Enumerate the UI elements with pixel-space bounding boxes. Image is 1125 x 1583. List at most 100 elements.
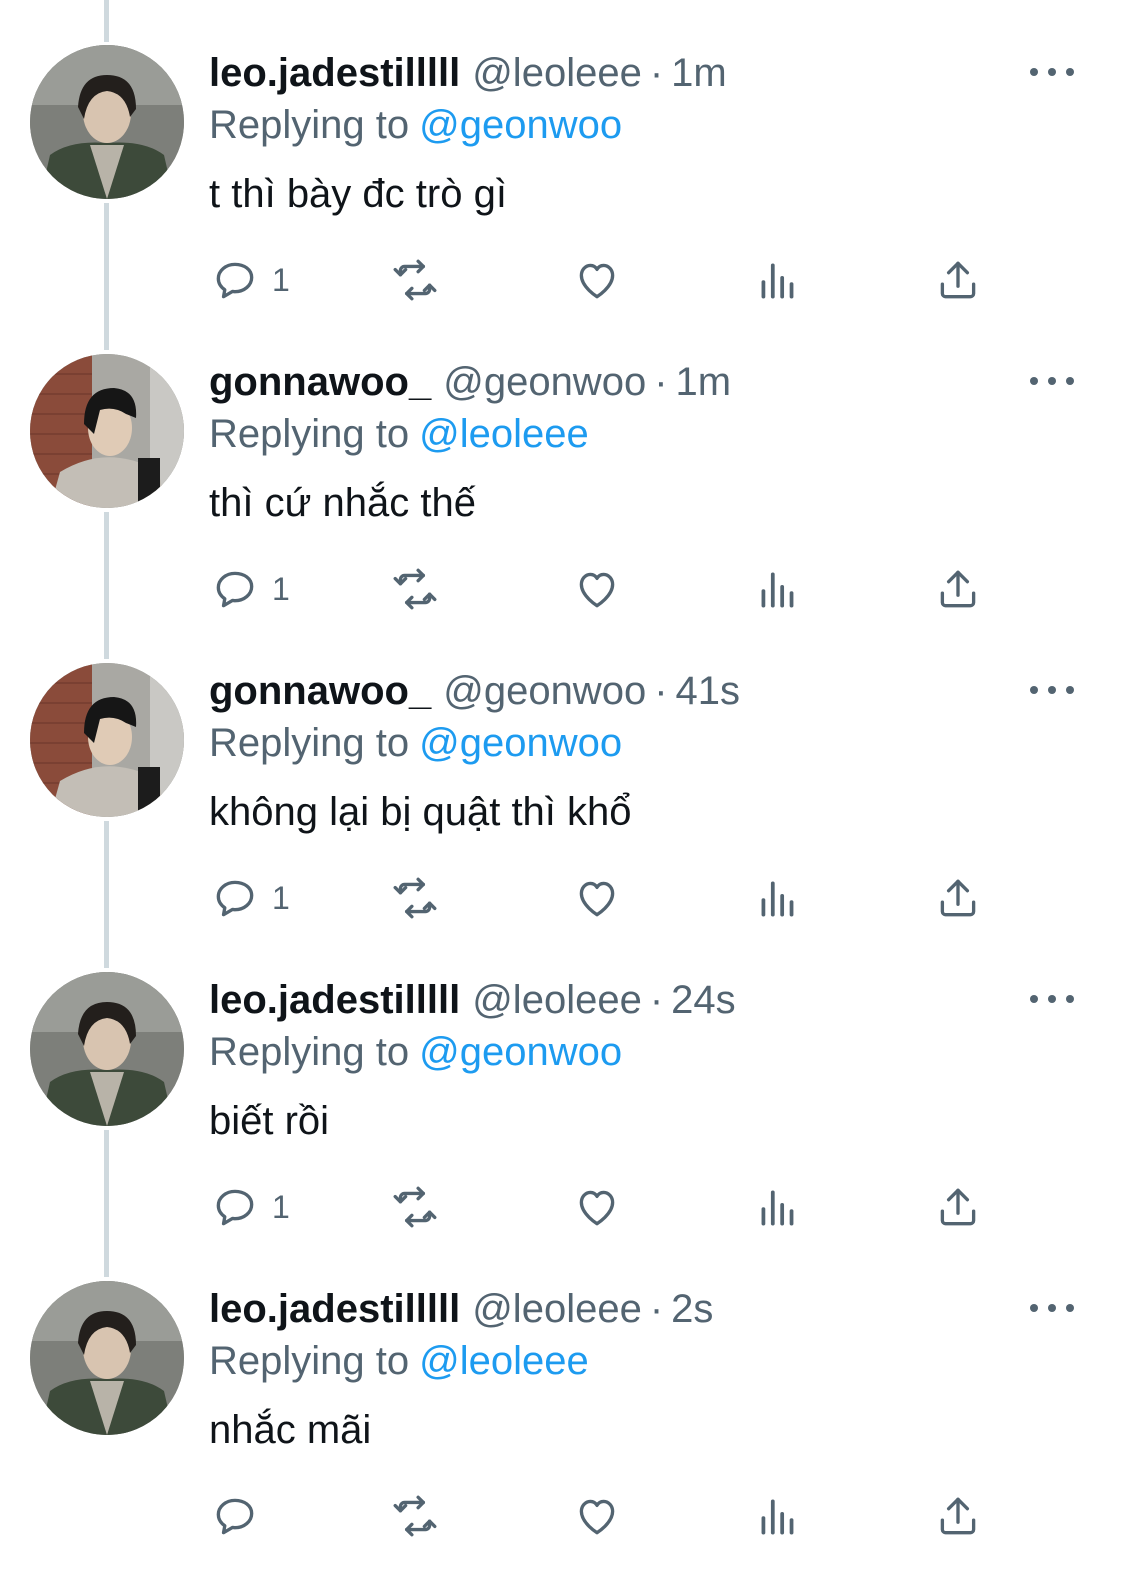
replying-to: Replying to @leoleee [209,1338,589,1384]
tweet[interactable]: leo.jadestilllll @leoleee · 1m Replying to @… [0,0,1125,309]
tweet-text: t thì bày đc trò gì [209,172,507,216]
reply-button[interactable]: 1 [210,870,290,926]
handle[interactable]: @leoleee [472,978,642,1022]
display-name[interactable]: leo.jadestilllll [209,1287,460,1331]
views-button[interactable] [753,870,803,926]
timestamp[interactable]: 1m [676,360,732,404]
like-button[interactable] [572,561,622,617]
more-icon[interactable] [1030,676,1074,704]
retweet-button[interactable] [390,1488,440,1544]
more-icon[interactable] [1030,1294,1074,1322]
share-icon [940,879,976,917]
tweet[interactable]: leo.jadestilllll @leoleee · 24s Replying to… [0,927,1125,1236]
replying-to-link[interactable]: @leoleee [419,1339,589,1383]
timestamp[interactable]: 41s [676,669,741,713]
tweet-text: không lại bị quật thì khổ [209,790,632,834]
avatar-gonnawoo [30,663,184,817]
avatar[interactable] [30,1281,184,1435]
share-icon [940,570,976,608]
reply-icon [216,571,254,608]
replying-to-link[interactable]: @geonwoo [419,103,622,147]
retweet-icon [393,877,437,919]
replying-to-label: Replying to [209,1030,410,1074]
timestamp[interactable]: 24s [671,978,736,1022]
replying-to: Replying to @geonwoo [209,720,622,766]
share-button[interactable] [933,1488,983,1544]
replying-to-link[interactable]: @geonwoo [419,721,622,765]
share-button[interactable] [933,870,983,926]
like-button[interactable] [572,1179,622,1235]
views-button[interactable] [753,561,803,617]
reply-button[interactable]: 1 [210,561,290,617]
tweet-header: gonnawoo_ @geonwoo · 1m [209,359,731,405]
reply-icon [216,1189,254,1226]
retweet-button[interactable] [390,561,440,617]
timestamp[interactable]: 2s [671,1287,713,1331]
share-icon [940,1497,976,1535]
more-icon[interactable] [1030,985,1074,1013]
replying-to-label: Replying to [209,1339,410,1383]
replying-to-link[interactable]: @geonwoo [419,1030,622,1074]
tweet[interactable]: gonnawoo_ @geonwoo · 41s Replying to @geonwo… [0,618,1125,927]
heart-icon [579,572,615,608]
reply-count: 1 [272,1188,290,1225]
share-icon [940,261,976,299]
retweet-button[interactable] [390,1179,440,1235]
handle[interactable]: @leoleee [472,51,642,95]
tweet-header: leo.jadestilllll @leoleee · 1m [209,50,727,96]
views-icon [761,881,794,917]
share-button[interactable] [933,561,983,617]
reply-button[interactable]: 1 [210,252,290,308]
more-icon[interactable] [1030,367,1074,395]
action-bar: 1 [0,252,1125,308]
heart-icon [579,881,615,917]
reply-button[interactable] [210,1488,272,1544]
tweet-header: leo.jadestilllll @leoleee · 2s [209,1286,713,1332]
heart-icon [579,1190,615,1226]
views-button[interactable] [753,1488,803,1544]
display-name[interactable]: leo.jadestilllll [209,978,460,1022]
share-icon [940,1188,976,1226]
reply-count: 1 [272,570,290,607]
display-name[interactable]: gonnawoo_ [209,669,431,713]
separator-dot: · [654,669,668,713]
views-icon [761,263,794,299]
retweet-button[interactable] [390,870,440,926]
handle[interactable]: @geonwoo [443,669,646,713]
avatar[interactable] [30,354,184,508]
avatar-leo [30,45,184,199]
views-icon [761,572,794,608]
share-button[interactable] [933,252,983,308]
retweet-icon [393,1186,437,1228]
display-name[interactable]: leo.jadestilllll [209,51,460,95]
avatar[interactable] [30,663,184,817]
retweet-button[interactable] [390,252,440,308]
action-bar: 1 [0,561,1125,617]
retweet-icon [393,259,437,301]
handle[interactable]: @geonwoo [443,360,646,404]
views-button[interactable] [753,1179,803,1235]
views-button[interactable] [753,252,803,308]
heart-icon [579,263,615,299]
tweet[interactable]: gonnawoo_ @geonwoo · 1m Replying to @leoleee… [0,309,1125,618]
avatar-leo [30,1281,184,1435]
display-name[interactable]: gonnawoo_ [209,360,431,404]
replying-to-link[interactable]: @leoleee [419,412,589,456]
share-button[interactable] [933,1179,983,1235]
tweet-header: leo.jadestilllll @leoleee · 24s [209,977,736,1023]
reply-icon [216,880,254,917]
avatar[interactable] [30,45,184,199]
like-button[interactable] [572,252,622,308]
reply-button[interactable]: 1 [210,1179,290,1235]
timestamp[interactable]: 1m [671,51,727,95]
reply-count: 1 [272,879,290,916]
action-bar [0,1488,1125,1544]
tweet[interactable]: leo.jadestilllll @leoleee · 2s Replying to @… [0,1236,1125,1545]
avatar[interactable] [30,972,184,1126]
handle[interactable]: @leoleee [472,1287,642,1331]
like-button[interactable] [572,1488,622,1544]
separator-dot: · [649,978,664,1022]
action-bar: 1 [0,1179,1125,1235]
more-icon[interactable] [1030,58,1074,86]
like-button[interactable] [572,870,622,926]
